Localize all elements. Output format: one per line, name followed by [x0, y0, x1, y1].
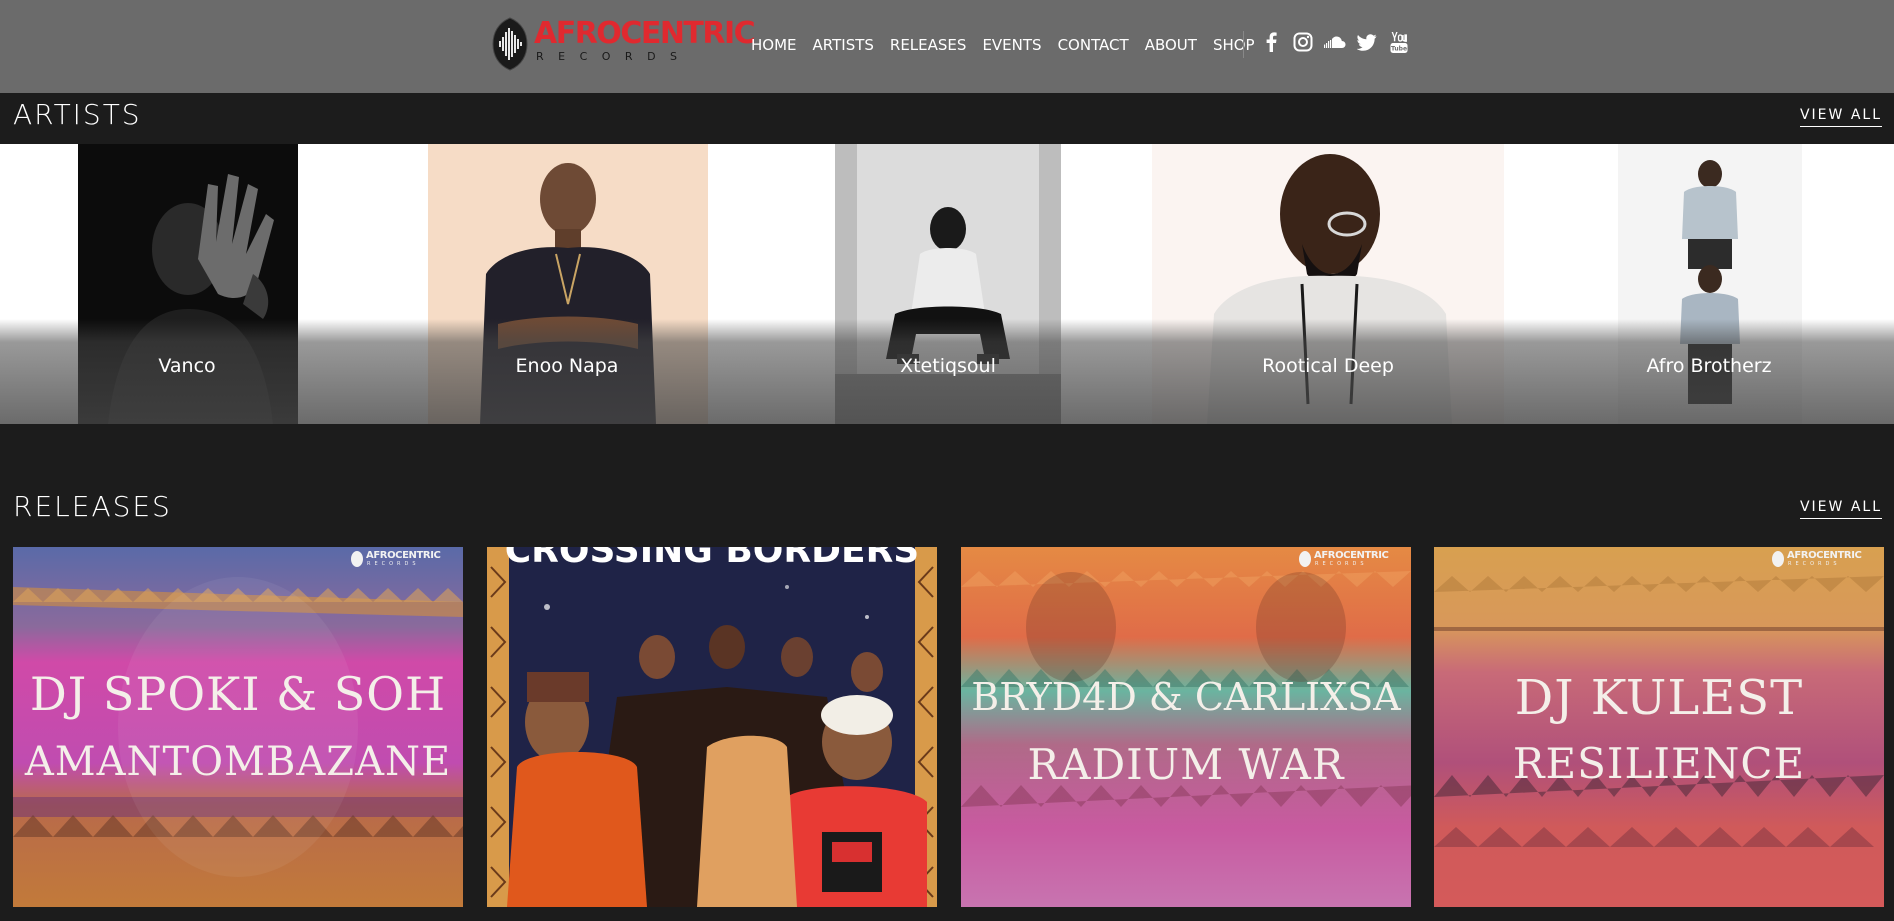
- svg-text:Tube: Tube: [1391, 45, 1407, 52]
- cover-label-mark-icon: [1772, 551, 1784, 567]
- twitter-icon[interactable]: [1356, 30, 1378, 54]
- release-card-amantombazane[interactable]: AFROCENTRIC RECORDS DJ SPOKI & SOH AMANT…: [13, 547, 463, 907]
- artist-card-rootical-deep[interactable]: [1152, 144, 1504, 424]
- release-artist: DJ KULEST: [1514, 670, 1804, 726]
- artists-title: ARTISTS: [13, 98, 142, 131]
- nav-contact[interactable]: CONTACT: [1058, 35, 1129, 55]
- release-title: RADIUM WAR: [1027, 740, 1345, 789]
- release-title: AMANTOMBAZANE: [24, 739, 452, 785]
- artist-photo: [78, 144, 298, 424]
- cover-label-logo: AFROCENTRIC RECORDS: [1299, 550, 1389, 570]
- instagram-icon[interactable]: [1292, 30, 1314, 54]
- nav-shop[interactable]: SHOP: [1213, 35, 1255, 55]
- facebook-icon[interactable]: [1260, 30, 1282, 54]
- artist-card-xtetiqsoul[interactable]: [835, 144, 1061, 424]
- artists-view-all-link[interactable]: VIEW ALL: [1799, 106, 1882, 127]
- artist-card-vanco[interactable]: [78, 144, 298, 424]
- nav-divider: [1243, 31, 1244, 58]
- nav-releases[interactable]: RELEASES: [890, 35, 967, 55]
- nav-artists[interactable]: ARTISTS: [813, 35, 874, 55]
- site-header: AFROCENTRIC RECORDS HOME ARTISTS RELEASE…: [0, 0, 1894, 93]
- artist-photo: [428, 144, 708, 424]
- brand-name: AFROCENTRIC: [534, 16, 756, 51]
- artist-card-enoo-napa[interactable]: [428, 144, 708, 424]
- release-card-crossing-borders[interactable]: CROSSING BÖRDERS: [487, 547, 937, 907]
- artist-photo: [835, 144, 1061, 424]
- release-card-resilience[interactable]: AFROCENTRIC RECORDS DJ KULEST RESILIENCE: [1434, 547, 1884, 907]
- artist-name-xtetiqsoul[interactable]: Xtetiqsoul: [758, 354, 1138, 378]
- social-links: Tube: [1250, 30, 1410, 54]
- release-cover-art: [1434, 547, 1884, 907]
- release-artist: BRYD4D & CARLIXSA: [971, 675, 1401, 719]
- cover-label-mark-icon: [1299, 551, 1311, 567]
- soundcloud-icon[interactable]: [1324, 30, 1346, 54]
- artist-name-rootical-deep[interactable]: Rootical Deep: [1138, 354, 1518, 378]
- artist-name-vanco[interactable]: Vanco: [0, 354, 377, 378]
- artist-photo: [1152, 144, 1504, 424]
- cover-label-logo: AFROCENTRIC RECORDS: [351, 550, 441, 570]
- nav-about[interactable]: ABOUT: [1145, 35, 1197, 55]
- cover-label-logo: AFROCENTRIC RECORDS: [1772, 550, 1862, 570]
- brand-sub: RECORDS: [536, 50, 692, 63]
- youtube-icon[interactable]: Tube: [1388, 30, 1410, 54]
- main-nav: HOME ARTISTS RELEASES EVENTS CONTACT ABO…: [751, 35, 1271, 55]
- logo-badge-icon: [492, 17, 528, 71]
- release-cover-art: [487, 547, 937, 907]
- release-cover-art: [13, 547, 463, 907]
- nav-home[interactable]: HOME: [751, 35, 797, 55]
- artist-card-afro-brotherz[interactable]: [1618, 144, 1802, 424]
- release-cover-art: [961, 547, 1411, 907]
- artist-name-enoo-napa[interactable]: Enoo Napa: [377, 354, 757, 378]
- release-card-radium-war[interactable]: AFROCENTRIC RECORDS BRYD4D & CARLIXSA RA…: [961, 547, 1411, 907]
- release-title: CROSSING BÖRDERS: [504, 547, 920, 571]
- artist-photo: [1618, 144, 1802, 424]
- nav-events[interactable]: EVENTS: [982, 35, 1041, 55]
- artists-carousel: Vanco Enoo Napa Xtetiqsoul Rootical Deep…: [0, 144, 1894, 424]
- release-title: RESILIENCE: [1512, 739, 1806, 788]
- releases-title: RELEASES: [13, 490, 172, 523]
- cover-label-mark-icon: [351, 551, 363, 567]
- release-artist: DJ SPOKI & SOH: [29, 667, 447, 721]
- releases-view-all-link[interactable]: VIEW ALL: [1799, 498, 1882, 519]
- artist-name-afro-brotherz[interactable]: Afro Brotherz: [1519, 354, 1894, 378]
- brand-logo[interactable]: AFROCENTRIC RECORDS: [492, 17, 756, 73]
